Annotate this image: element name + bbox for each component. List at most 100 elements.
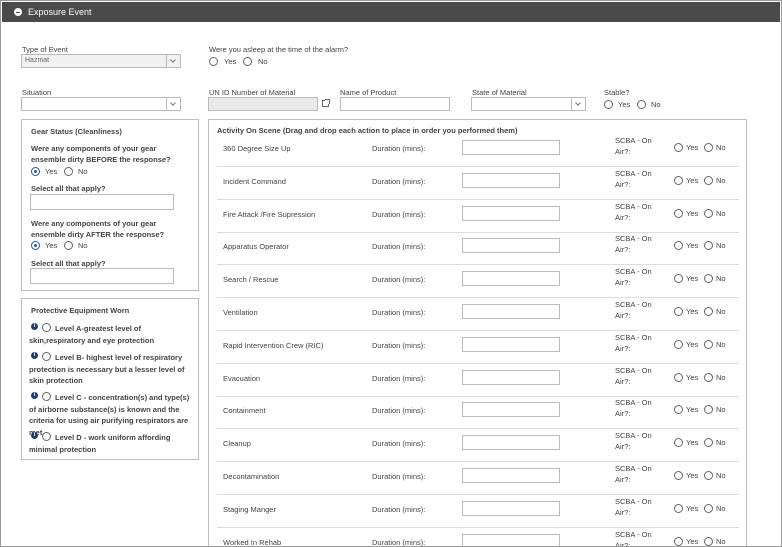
chevron-down-icon (571, 98, 585, 110)
scba-no-radio[interactable] (704, 274, 713, 284)
scba-no-radio[interactable] (704, 405, 713, 415)
duration-input[interactable] (462, 402, 560, 418)
duration-label: Duration (mins): (372, 242, 426, 252)
activity-row[interactable]: Staging Manger Duration (mins): SCBA - On … (217, 495, 739, 528)
product-input[interactable] (340, 97, 450, 111)
level-a-label: Level A-greatest level of skin,respirato… (29, 324, 155, 345)
asleep-yes-radio[interactable] (209, 57, 218, 66)
scba-no-label: No (716, 307, 726, 316)
activity-row[interactable]: Rapid Intervention Crew (RIC) Duration (m… (217, 331, 739, 364)
scba-no-radio[interactable] (704, 175, 713, 185)
scba-yes-label: Yes (686, 372, 699, 382)
stable-no-radio[interactable] (637, 100, 646, 109)
activity-name: Rapid Intervention Crew (RIC) (223, 340, 324, 350)
state-material-select[interactable] (471, 97, 586, 111)
external-link-icon[interactable] (322, 99, 330, 107)
activity-row[interactable]: Apparatus Operator Duration (mins): SCBA -… (217, 232, 739, 266)
scba-yes-radio[interactable] (674, 471, 683, 480)
gear-before-yes-radio[interactable] (31, 167, 40, 176)
duration-input[interactable] (462, 140, 560, 155)
duration-input[interactable] (462, 533, 560, 546)
scba-no-radio[interactable] (704, 143, 713, 152)
activity-row[interactable]: Fire Attack /Fire Supression Duration (mi… (217, 200, 739, 233)
situation-select[interactable] (21, 97, 181, 111)
scba-yes-label: Yes (686, 208, 699, 218)
gear-after-yes-radio[interactable] (31, 241, 40, 250)
scba-yes-radio[interactable] (674, 175, 683, 185)
stable-no-label: No (651, 100, 661, 109)
activity-row[interactable]: Decontamination Duration (mins): SCBA - On… (217, 462, 739, 495)
activity-row[interactable]: 360 Degree Size Up Duration (mins): SCBA -… (217, 134, 739, 167)
activity-name: Apparatus Operator (223, 242, 289, 252)
scba-yes-label: Yes (686, 438, 699, 448)
scba-yes-label: Yes (686, 241, 699, 251)
scba-yes-radio[interactable] (674, 307, 683, 316)
scba-no-radio[interactable] (704, 438, 713, 448)
asleep-question: Were you asleep at the time of the alarm… (209, 45, 349, 54)
scba-label: SCBA - On Air?: (615, 136, 652, 156)
scba-yes-radio[interactable] (674, 372, 683, 382)
scba-label: SCBA - On Air?: (615, 201, 652, 222)
scba-yes-label: Yes (686, 339, 699, 349)
duration-input[interactable] (462, 369, 560, 385)
scba-no-radio[interactable] (704, 536, 713, 546)
scba-no-label: No (716, 175, 726, 185)
scba-no-radio[interactable] (704, 471, 713, 480)
protective-equipment-title: Protective Equipment Worn (31, 306, 130, 315)
activity-row[interactable]: Cleanup Duration (mins): SCBA - On Air?: Ye… (217, 429, 739, 463)
duration-input[interactable] (462, 435, 560, 451)
panel-header[interactable]: Exposure Event (2, 2, 780, 22)
gear-after-no-radio[interactable] (64, 241, 73, 250)
scba-yes-radio[interactable] (674, 503, 683, 513)
duration-input[interactable] (462, 336, 560, 352)
scba-no-radio[interactable] (704, 241, 713, 251)
scba-yes-radio[interactable] (674, 143, 683, 152)
scba-no-radio[interactable] (704, 208, 713, 218)
activity-row[interactable]: Containment Duration (mins): SCBA - On Air… (217, 396, 739, 430)
scba-no-label: No (716, 208, 726, 218)
scba-no-radio[interactable] (704, 503, 713, 513)
gear-before-select-input[interactable] (30, 194, 174, 210)
duration-input[interactable] (462, 205, 560, 221)
activity-name: Evacuation (223, 373, 261, 383)
activity-row[interactable]: Evacuation Duration (mins): SCBA - On Air?… (217, 364, 739, 397)
collapse-icon[interactable] (14, 8, 22, 16)
un-id-input[interactable] (208, 97, 318, 111)
scba-yes-radio[interactable] (674, 438, 683, 448)
duration-input[interactable] (462, 271, 560, 287)
asleep-yes-label: Yes (224, 57, 237, 66)
duration-input[interactable] (462, 468, 560, 483)
activity-name: Containment (223, 406, 266, 416)
duration-input[interactable] (462, 304, 560, 319)
scba-yes-label: Yes (686, 405, 699, 415)
scba-yes-radio[interactable] (674, 405, 683, 415)
scba-yes-radio[interactable] (674, 274, 683, 284)
scba-yes-radio[interactable] (674, 208, 683, 218)
stable-yes-radio[interactable] (604, 100, 613, 109)
duration-input[interactable] (462, 500, 560, 516)
scba-yes-label: Yes (686, 536, 699, 546)
asleep-no-radio[interactable] (243, 57, 252, 66)
gear-after-select-label: Select all that apply? (31, 259, 106, 268)
scba-yes-radio[interactable] (674, 536, 683, 546)
gear-before-no-radio[interactable] (64, 167, 73, 176)
activity-row[interactable]: Search / Rescue Duration (mins): SCBA - On… (217, 265, 739, 299)
panel-title: Exposure Event (28, 7, 92, 17)
activity-row[interactable]: Worked In Rehab Duration (mins): SCBA - On… (217, 528, 739, 546)
scba-yes-radio[interactable] (674, 339, 683, 349)
scba-label: SCBA - On Air?: (615, 431, 652, 452)
duration-label: Duration (mins): (372, 176, 426, 186)
activity-row[interactable]: Ventilation Duration (mins): SCBA - On Air… (217, 298, 739, 331)
activity-row[interactable]: Incident Command Duration (mins): SCBA - O… (217, 167, 739, 200)
duration-input[interactable] (462, 238, 560, 254)
scba-no-label: No (716, 372, 726, 382)
type-of-event-select[interactable]: Hazmat (21, 54, 181, 68)
gear-after-select-input[interactable] (30, 268, 174, 284)
duration-input[interactable] (462, 172, 560, 188)
gear-before-select-label: Select all that apply? (31, 184, 106, 193)
scba-no-label: No (716, 405, 726, 415)
scba-no-radio[interactable] (704, 307, 713, 316)
scba-no-radio[interactable] (704, 372, 713, 382)
scba-no-radio[interactable] (704, 339, 713, 349)
scba-yes-radio[interactable] (674, 241, 683, 251)
